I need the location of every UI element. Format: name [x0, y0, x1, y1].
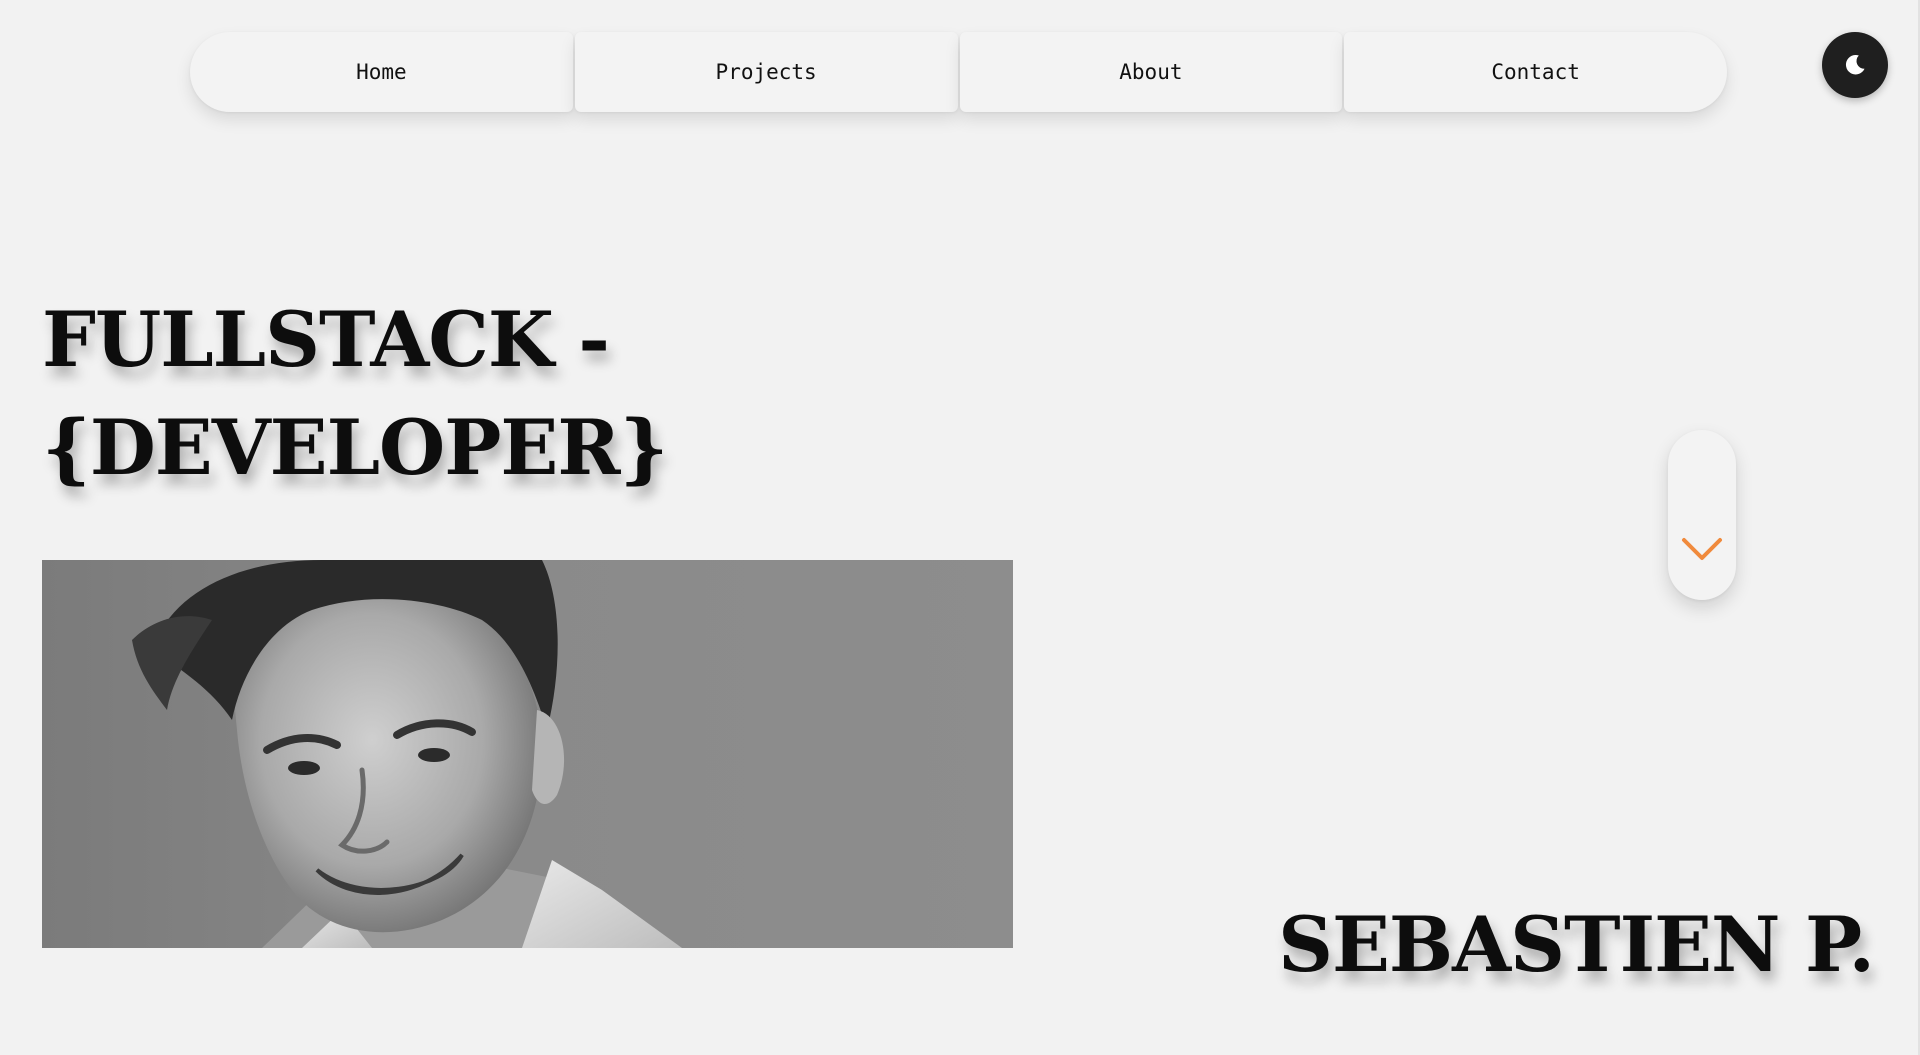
moon-icon: [1845, 54, 1865, 75]
scroll-down-button[interactable]: [1668, 430, 1736, 600]
theme-toggle-button[interactable]: [1822, 32, 1888, 98]
nav-home[interactable]: Home: [190, 32, 573, 112]
chevron-down-icon: [1682, 538, 1722, 560]
nav-projects[interactable]: Projects: [574, 32, 958, 112]
author-name: SEBASTIEN P.: [1278, 900, 1875, 989]
main-nav: Home Projects About Contact: [190, 32, 1727, 112]
hero-headline: FULLSTACK - {DEVELOPER}: [42, 286, 668, 502]
nav-contact[interactable]: Contact: [1344, 32, 1727, 112]
headline-line-1: FULLSTACK -: [42, 295, 610, 384]
headline-line-2: {DEVELOPER}: [42, 403, 668, 492]
portrait-photo: [42, 560, 1013, 948]
nav-about[interactable]: About: [959, 32, 1343, 112]
